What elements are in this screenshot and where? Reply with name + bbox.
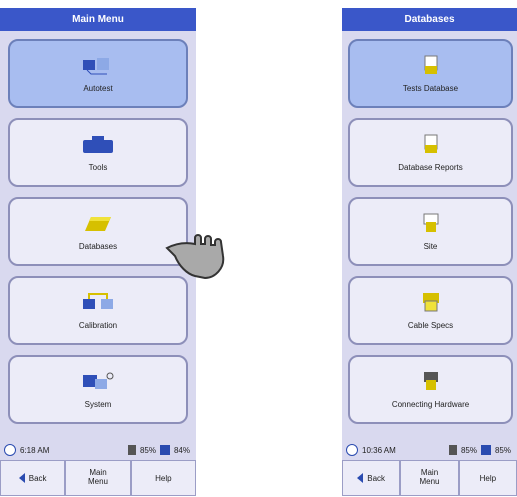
site-icon	[414, 212, 448, 234]
help-label: Help	[155, 473, 172, 483]
help-label: Help	[479, 473, 497, 483]
site-label: Site	[423, 242, 438, 251]
system-button[interactable]: System	[8, 355, 188, 424]
autotest-label: Autotest	[83, 84, 113, 93]
database-reports-button[interactable]: Database Reports	[348, 118, 513, 187]
tests-database-label: Tests Database	[402, 84, 459, 93]
main-menu-button[interactable]: Main Menu	[65, 460, 131, 496]
clock-icon	[346, 444, 358, 456]
system-label: System	[84, 400, 112, 409]
help-button[interactable]: Help	[458, 460, 517, 496]
status-bar: 6:18 AM 85% 84%	[0, 441, 196, 459]
connecting-hardware-button[interactable]: Connecting Hardware	[348, 355, 513, 424]
toolbox-icon	[81, 133, 115, 155]
battery-percent: 85%	[460, 445, 477, 455]
help-button[interactable]: Help	[130, 460, 196, 496]
main-menu-label: Main Menu	[87, 468, 108, 486]
database-reports-icon	[414, 133, 448, 155]
system-icon	[81, 370, 115, 392]
battery-icon	[127, 445, 136, 455]
connecting-hardware-label: Connecting Hardware	[391, 400, 470, 409]
database-list: Tests Database Database Reports Site Cab…	[342, 31, 517, 424]
hand-pointer-icon	[165, 226, 235, 286]
connecting-hardware-icon	[414, 370, 448, 392]
main-menu-label: Main Menu	[419, 468, 440, 486]
memory-icon	[480, 445, 491, 455]
memory-percent: 85%	[494, 445, 511, 455]
bottom-nav: Back Main Menu Help	[342, 460, 517, 496]
panel-title: Main Menu	[0, 8, 196, 31]
status-bar: 10:36 AM 85% 85%	[342, 441, 517, 459]
battery-icon	[448, 445, 457, 455]
database-reports-label: Database Reports	[398, 163, 463, 172]
back-arrow-icon	[18, 473, 25, 483]
back-button[interactable]: Back	[342, 460, 401, 496]
panel-title: Databases	[342, 8, 517, 31]
tools-label: Tools	[88, 163, 108, 172]
tools-button[interactable]: Tools	[8, 118, 188, 187]
databases-label: Databases	[78, 242, 118, 251]
clock-icon	[4, 444, 16, 456]
calibration-button[interactable]: Calibration	[8, 276, 188, 345]
back-label: Back	[28, 473, 47, 483]
databases-panel: Databases Tests Database Database Report…	[342, 8, 517, 496]
cable-specs-button[interactable]: Cable Specs	[348, 276, 513, 345]
calibration-label: Calibration	[78, 321, 118, 330]
calibration-icon	[81, 291, 115, 313]
memory-percent: 84%	[173, 445, 190, 455]
autotest-button[interactable]: Autotest	[8, 39, 188, 108]
autotest-icon	[81, 54, 115, 76]
tests-database-icon	[414, 54, 448, 76]
bottom-nav: Back Main Menu Help	[0, 460, 196, 496]
database-icon	[81, 212, 115, 234]
tests-database-button[interactable]: Tests Database	[348, 39, 513, 108]
status-time: 6:18 AM	[20, 445, 50, 455]
battery-percent: 85%	[139, 445, 156, 455]
memory-icon	[159, 445, 170, 455]
cable-specs-label: Cable Specs	[407, 321, 454, 330]
main-menu-button[interactable]: Main Menu	[400, 460, 459, 496]
status-time: 10:36 AM	[362, 445, 396, 455]
databases-button[interactable]: Databases	[8, 197, 188, 266]
site-button[interactable]: Site	[348, 197, 513, 266]
back-button[interactable]: Back	[0, 460, 66, 496]
back-arrow-icon	[357, 473, 364, 483]
back-label: Back	[367, 473, 386, 483]
cable-specs-icon	[414, 291, 448, 313]
